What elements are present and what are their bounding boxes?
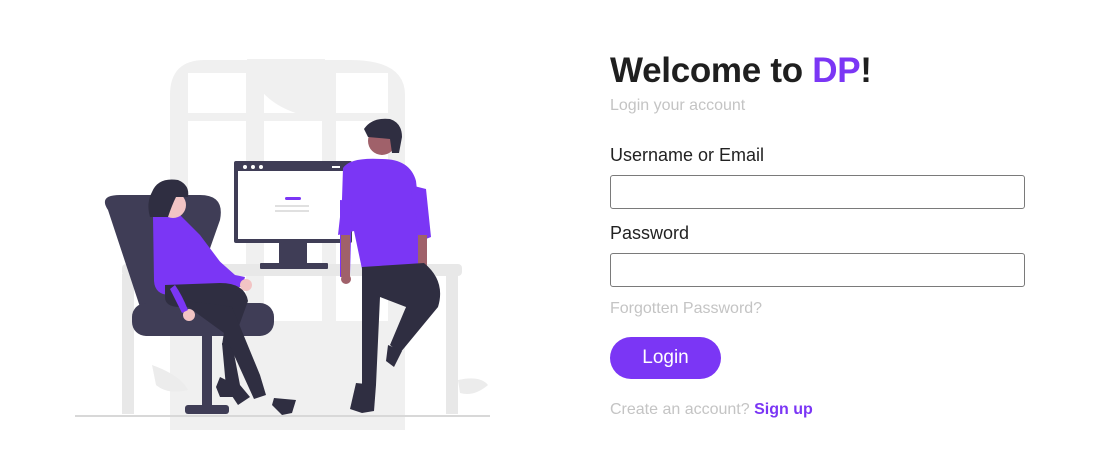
brand-name: DP xyxy=(812,51,861,90)
login-form: Welcome to DP! Login your account Userna… xyxy=(610,52,1025,419)
signup-row: Create an account? Sign up xyxy=(610,401,1025,419)
password-label: Password xyxy=(610,223,690,243)
login-page: Welcome to DP! Login your account Userna… xyxy=(0,0,1100,474)
page-title: Welcome to DP! xyxy=(610,52,1025,90)
workspace-illustration xyxy=(75,59,490,430)
forgot-password-link[interactable]: Forgotten Password? xyxy=(610,300,762,318)
welcome-text: Welcome to xyxy=(610,51,813,90)
password-input[interactable] xyxy=(610,253,1025,287)
signup-prompt: Create an account? xyxy=(610,401,750,418)
username-label: Username or Email xyxy=(610,145,765,165)
page-subtitle: Login your account xyxy=(610,97,746,114)
welcome-exclamation: ! xyxy=(860,51,872,90)
login-button[interactable]: Login xyxy=(610,337,721,379)
username-input[interactable] xyxy=(610,175,1025,209)
signup-link[interactable]: Sign up xyxy=(754,401,813,418)
